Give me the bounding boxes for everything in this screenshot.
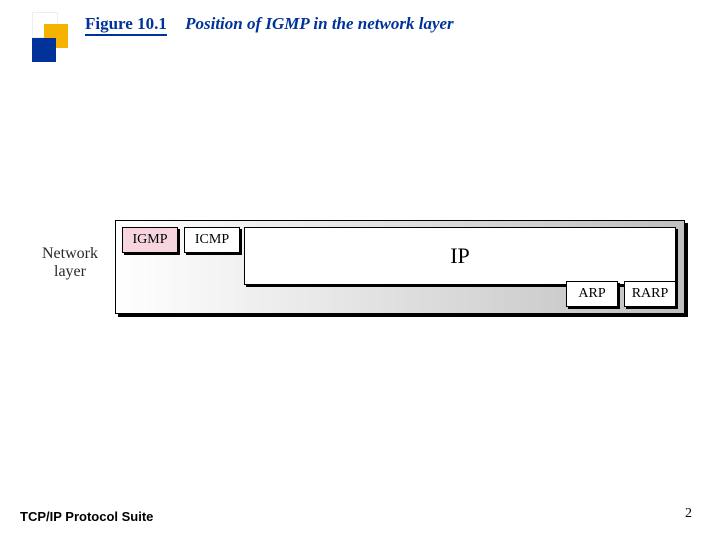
network-layer-diagram: IGMP ICMP IP ARP RARP (115, 220, 685, 314)
network-layer-label-line2: layer (30, 263, 110, 281)
footer-title: TCP/IP Protocol Suite (20, 509, 153, 524)
figure-title: Position of IGMP in the network layer (185, 14, 454, 33)
corner-deco-square-3 (32, 38, 56, 62)
figure-number: Figure 10.1 (85, 14, 167, 36)
rarp-box: RARP (624, 281, 676, 307)
page-number: 2 (685, 506, 692, 522)
arp-box: ARP (566, 281, 618, 307)
icmp-box: ICMP (184, 227, 240, 253)
network-layer-label: Network layer (30, 245, 110, 282)
igmp-box: IGMP (122, 227, 178, 253)
figure-heading: Figure 10.1 Position of IGMP in the netw… (85, 14, 454, 34)
network-layer-label-line1: Network (30, 245, 110, 263)
ip-box: IP (244, 227, 676, 285)
